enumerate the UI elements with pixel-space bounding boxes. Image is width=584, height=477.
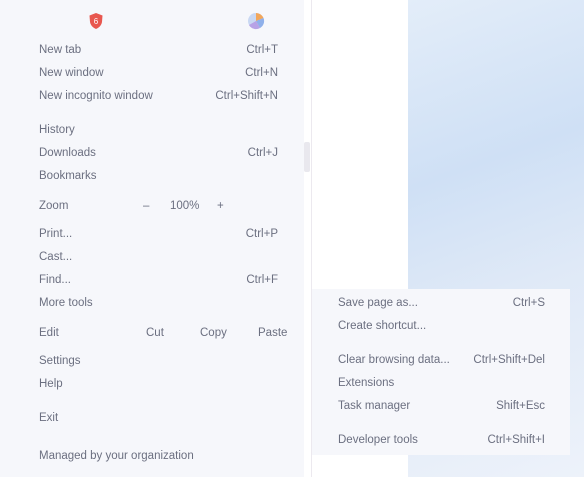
menu-item-label: Managed by your organization <box>39 450 194 462</box>
menu-item-edit: Edit Cut Copy Paste <box>0 323 304 345</box>
menu-item-label: History <box>39 124 75 136</box>
menu-item-exit[interactable]: Exit <box>0 408 304 430</box>
pie-icon[interactable] <box>246 11 266 31</box>
menu-item-cast[interactable]: Cast... <box>0 247 304 269</box>
submenu-item-developer-tools[interactable]: Developer tools Ctrl+Shift+I <box>312 430 570 452</box>
cut-button[interactable]: Cut <box>146 327 164 339</box>
menu-item-downloads[interactable]: Downloads Ctrl+J <box>0 143 304 165</box>
menu-item-shortcut: Ctrl+P <box>245 228 278 240</box>
submenu-item-task-manager[interactable]: Task manager Shift+Esc <box>312 396 570 418</box>
toolbar-strip: 6 <box>0 0 304 40</box>
menu-item-label: New tab <box>39 44 82 56</box>
submenu-item-clear-browsing-data[interactable]: Clear browsing data... Ctrl+Shift+Del <box>312 350 570 372</box>
menu-item-label: Find... <box>39 274 71 286</box>
submenu-item-save-page[interactable]: Save page as... Ctrl+S <box>312 293 570 315</box>
scrollbar-thumb[interactable] <box>304 142 310 172</box>
paste-button[interactable]: Paste <box>258 327 287 339</box>
menu-item-settings[interactable]: Settings <box>0 351 304 373</box>
submenu-item-extensions[interactable]: Extensions <box>312 373 570 395</box>
menu-item-shortcut: Ctrl+F <box>246 274 278 286</box>
menu-item-label: Bookmarks <box>39 170 97 182</box>
browser-main-menu: 6 New tab Ctrl+T New window Ctrl+N New i… <box>0 0 304 477</box>
submenu-item-label: Save page as... <box>338 297 418 309</box>
zoom-level: 100% <box>170 200 200 212</box>
menu-item-shortcut: Ctrl+T <box>246 44 278 56</box>
submenu-item-label: Clear browsing data... <box>338 354 450 366</box>
menu-item-new-window[interactable]: New window Ctrl+N <box>0 63 304 85</box>
submenu-item-shortcut: Ctrl+Shift+Del <box>473 354 545 366</box>
menu-item-bookmarks[interactable]: Bookmarks <box>0 166 304 188</box>
menu-item-label: New incognito window <box>39 90 153 102</box>
menu-item-find[interactable]: Find... Ctrl+F <box>0 270 304 292</box>
menu-item-label: Settings <box>39 355 81 367</box>
menu-item-shortcut: Ctrl+J <box>247 147 278 159</box>
menu-item-label: Downloads <box>39 147 96 159</box>
menu-item-label: Exit <box>39 412 59 424</box>
zoom-out-button[interactable]: – <box>143 200 149 212</box>
menu-item-print[interactable]: Print... Ctrl+P <box>0 224 304 246</box>
menu-item-label: Edit <box>39 327 59 339</box>
submenu-item-label: Task manager <box>338 400 411 412</box>
menu-item-label: Help <box>39 378 63 390</box>
menu-item-history[interactable]: History <box>0 120 304 142</box>
more-tools-submenu: Save page as... Ctrl+S Create shortcut..… <box>312 289 570 455</box>
menu-item-new-incognito-window[interactable]: New incognito window Ctrl+Shift+N <box>0 86 304 108</box>
submenu-item-shortcut: Ctrl+Shift+I <box>487 434 545 446</box>
menu-item-label: Cast... <box>39 251 73 263</box>
submenu-item-shortcut: Shift+Esc <box>496 400 545 412</box>
svg-text:6: 6 <box>94 17 99 26</box>
submenu-item-label: Create shortcut... <box>338 320 427 332</box>
menu-item-shortcut: Ctrl+Shift+N <box>215 90 278 102</box>
submenu-item-shortcut: Ctrl+S <box>512 297 545 309</box>
copy-button[interactable]: Copy <box>200 327 227 339</box>
menu-item-shortcut: Ctrl+N <box>245 67 278 79</box>
menu-item-zoom: Zoom – 100% + <box>0 196 304 218</box>
shield-icon[interactable]: 6 <box>88 12 104 30</box>
menu-item-label: New window <box>39 67 104 79</box>
menu-item-label: Zoom <box>39 200 69 212</box>
submenu-item-label: Developer tools <box>338 434 418 446</box>
submenu-item-create-shortcut[interactable]: Create shortcut... <box>312 316 570 338</box>
menu-item-label: Print... <box>39 228 73 240</box>
menu-item-help[interactable]: Help <box>0 374 304 396</box>
menu-item-more-tools[interactable]: More tools <box>0 293 304 315</box>
zoom-in-button[interactable]: + <box>217 200 224 212</box>
submenu-item-label: Extensions <box>338 377 395 389</box>
managed-by-organization[interactable]: Managed by your organization <box>0 446 304 468</box>
menu-item-label: More tools <box>39 297 93 309</box>
menu-item-new-tab[interactable]: New tab Ctrl+T <box>0 40 304 62</box>
